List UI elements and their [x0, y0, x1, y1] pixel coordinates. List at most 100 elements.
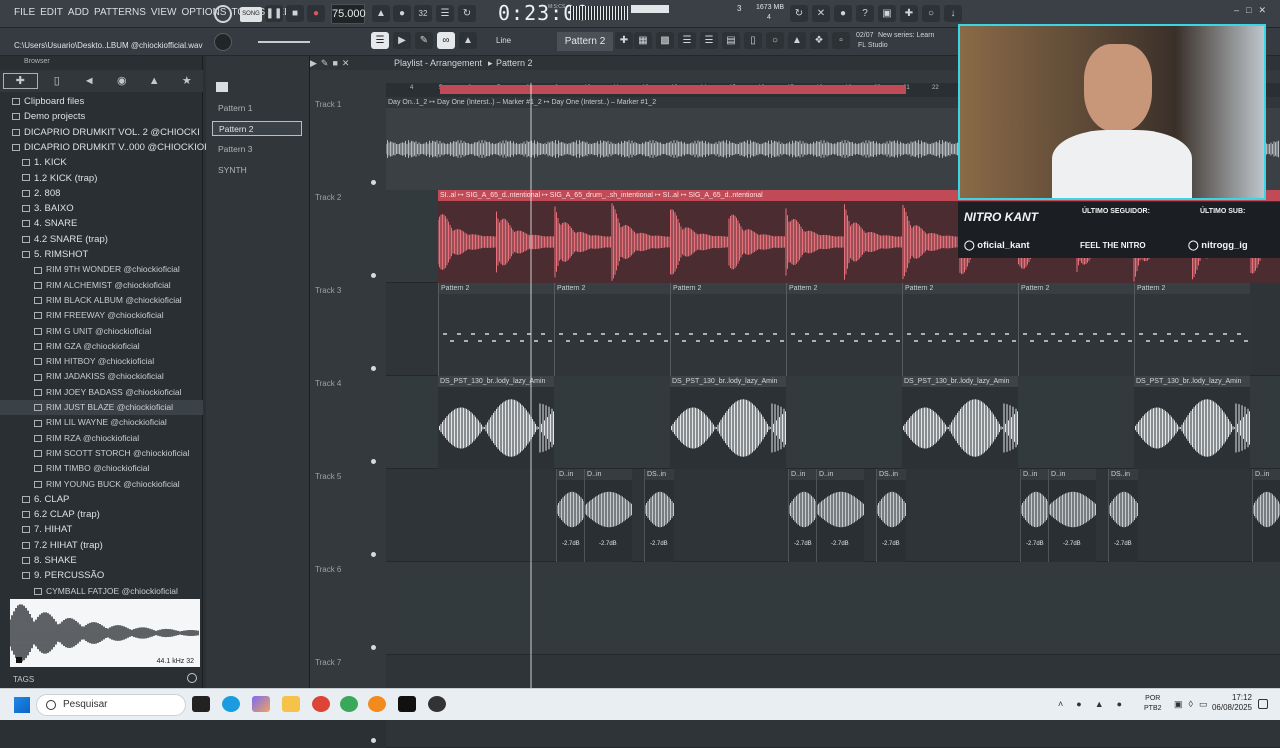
browser-folder-item[interactable]: 1.2 KICK (trap): [0, 171, 203, 186]
system-tray-icons[interactable]: ˄●▲●: [1058, 699, 1135, 709]
audio-clip-chop[interactable]: D..in -2.7dB: [556, 469, 586, 562]
browser-folder-item[interactable]: Demo projects: [0, 109, 203, 124]
browser-samples-icon[interactable]: ◉: [106, 70, 139, 92]
news-text[interactable]: New series: Learn: [878, 32, 934, 39]
chat-icon[interactable]: ○: [922, 5, 940, 22]
record-button[interactable]: ●: [307, 5, 325, 22]
browser-sample-item[interactable]: RIM G UNIT @chiockioficial: [0, 324, 203, 339]
windows-start-icon[interactable]: [14, 697, 30, 713]
browser-sample-item[interactable]: RIM JUST BLAZE @chiockioficial: [0, 400, 203, 415]
pattern-item[interactable]: SYNTH: [212, 163, 302, 178]
browser-folder-item[interactable]: 3. BAIXO: [0, 201, 203, 216]
audio-clip-melody[interactable]: DS_PST_130_br..lody_lazy_Amin: [438, 376, 554, 469]
browser-all-icon[interactable]: ✚: [3, 73, 38, 89]
add-pattern-icon[interactable]: ✚: [615, 32, 633, 49]
window-controls[interactable]: –□✕: [1234, 5, 1273, 16]
track-label[interactable]: Track 7: [315, 658, 341, 667]
menu-add[interactable]: ADD: [68, 7, 89, 18]
mixer-icon[interactable]: ☰: [700, 32, 718, 49]
save-icon[interactable]: ▣: [878, 5, 896, 22]
refresh-icon[interactable]: [214, 5, 232, 23]
notification-icon[interactable]: [1258, 699, 1268, 709]
track-mute-dot[interactable]: [371, 738, 376, 743]
channel-rack-icon[interactable]: ▦: [634, 32, 652, 49]
link-icon[interactable]: ∞: [437, 32, 455, 49]
browser-files-icon[interactable]: ▯: [41, 70, 74, 92]
browser-sample-item[interactable]: RIM TIMBO @chiockioficial: [0, 461, 203, 476]
browser-sample-item[interactable]: RIM JADAKISS @chiockioficial: [0, 369, 203, 384]
obs-icon[interactable]: [428, 696, 446, 712]
browser-folder-item[interactable]: Clipboard files: [0, 94, 203, 109]
pencil-icon[interactable]: ✎: [415, 32, 433, 49]
playlist-snap-icons[interactable]: ▶✎■✕: [310, 56, 378, 70]
browser-folder-item[interactable]: 7. HIHAT: [0, 522, 203, 537]
browser-sample-item[interactable]: RIM FREEWAY @chiockioficial: [0, 308, 203, 323]
app-shield-icon[interactable]: [340, 696, 358, 712]
browser-favorites-icon[interactable]: ★: [171, 70, 204, 92]
browser-folder-item[interactable]: DICAPRIO DRUMKIT VOL. 2 @CHIOCKI: [0, 125, 203, 140]
piano-roll-icon[interactable]: ▩: [656, 32, 674, 49]
track-label[interactable]: Track 1: [315, 100, 341, 109]
track-mute-dot[interactable]: [371, 366, 376, 371]
capcut-icon[interactable]: [398, 696, 416, 712]
step-edit-icon[interactable]: ☰: [436, 5, 454, 22]
browser-sample-item[interactable]: RIM ALCHEMIST @chiockioficial: [0, 278, 203, 293]
menu-view[interactable]: VIEW: [151, 7, 177, 18]
loop-region[interactable]: [440, 85, 906, 94]
arrow-right-icon[interactable]: ▶: [393, 32, 411, 49]
browser-folder-item[interactable]: 6. CLAP: [0, 492, 203, 507]
master-volume-slider[interactable]: [258, 41, 310, 43]
browser-sample-item[interactable]: CYMBALL FATJOE @chiockioficial: [0, 584, 203, 599]
pattern-clip[interactable]: Pattern 2: [670, 283, 786, 376]
browser-search-icon[interactable]: [187, 673, 197, 683]
download-icon[interactable]: ↓: [944, 5, 962, 22]
playlist-icon[interactable]: ▤: [722, 32, 740, 49]
track-mute-dot[interactable]: [371, 273, 376, 278]
audio-clip-chop[interactable]: D..in -2.7dB: [1048, 469, 1096, 562]
fl-studio-icon[interactable]: [368, 696, 386, 712]
playhead[interactable]: [530, 83, 532, 688]
audio-clip-melody[interactable]: DS_PST_130_br..lody_lazy_Amin: [902, 376, 1018, 469]
pattern-clip[interactable]: Pattern 2: [902, 283, 1018, 376]
sample-waveform-preview[interactable]: 44.1 kHz 32: [10, 599, 200, 667]
browser-sample-item[interactable]: RIM JOEY BADASS @chiockioficial: [0, 385, 203, 400]
browser-cloud-icon[interactable]: ▲: [138, 70, 171, 92]
browser-plugins-icon[interactable]: ◄: [73, 70, 106, 92]
audio-clip-chop[interactable]: D..in: [1252, 469, 1280, 562]
plugin-icon[interactable]: ✚: [900, 5, 918, 22]
audio-clip-melody[interactable]: DS_PST_130_br..lody_lazy_Amin: [1134, 376, 1250, 469]
pattern-clip[interactable]: Pattern 2: [786, 283, 902, 376]
browser-sample-item[interactable]: RIM 9TH WONDER @chiockioficial: [0, 262, 203, 277]
preview-stop-icon[interactable]: [16, 657, 22, 663]
copilot-icon[interactable]: [252, 696, 270, 712]
track-mute-dot[interactable]: [371, 645, 376, 650]
master-knob[interactable]: [214, 33, 232, 51]
track-mute-dot[interactable]: [371, 459, 376, 464]
audio-clip-melody[interactable]: DS_PST_130_br..lody_lazy_Amin: [670, 376, 786, 469]
browser-toggle-icon[interactable]: ☰: [678, 32, 696, 49]
audio-clip-chop[interactable]: D..in -2.7dB: [816, 469, 864, 562]
browser-sample-item[interactable]: RIM RZA @chiockioficial: [0, 431, 203, 446]
stop-button[interactable]: ■: [286, 5, 304, 22]
pattern-clip[interactable]: Pattern 2: [1018, 283, 1134, 376]
mic-icon[interactable]: ●: [834, 5, 852, 22]
browser-sample-item[interactable]: RIM LIL WAYNE @chiockioficial: [0, 415, 203, 430]
stamp-icon[interactable]: ▲: [459, 32, 477, 49]
wait-icon[interactable]: ●: [393, 5, 411, 22]
audio-clip-chop[interactable]: DS..in -2.7dB: [1108, 469, 1138, 562]
track-mute-dot[interactable]: [371, 552, 376, 557]
loop-record-icon[interactable]: ↻: [458, 5, 476, 22]
browser-folder-item[interactable]: 8. SHAKE: [0, 553, 203, 568]
track-lane[interactable]: [386, 562, 1280, 655]
browser-sample-item[interactable]: RIM GZA @chiockioficial: [0, 339, 203, 354]
track-mute-dot[interactable]: [371, 180, 376, 185]
browser-folder-item[interactable]: 4.2 SNARE (trap): [0, 232, 203, 247]
taskbar-search[interactable]: Pesquisar: [36, 694, 186, 716]
browser-folder-item[interactable]: 2. 808: [0, 186, 203, 201]
pattern-clip[interactable]: Pattern 2: [554, 283, 670, 376]
browser-folder-item[interactable]: 5. RIMSHOT: [0, 247, 203, 262]
track-label[interactable]: Track 2: [315, 193, 341, 202]
task-view-icon[interactable]: [192, 696, 210, 712]
metronome-icon[interactable]: ▲: [372, 5, 390, 22]
track-label[interactable]: Track 6: [315, 565, 341, 574]
